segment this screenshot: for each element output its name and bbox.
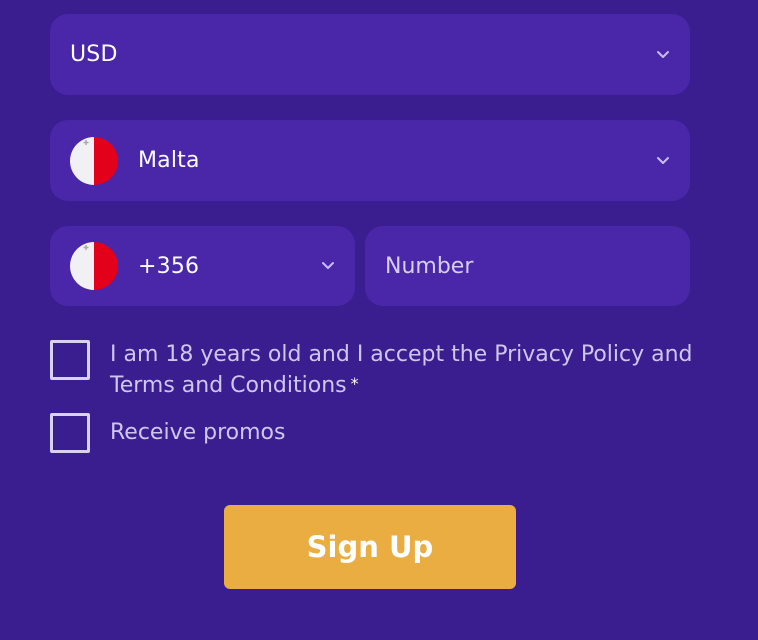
phone-code-value: +356 bbox=[138, 253, 200, 279]
terms-label: I am 18 years old and I accept the Priva… bbox=[110, 340, 700, 400]
phone-code-select[interactable]: +356 bbox=[50, 226, 355, 306]
country-select[interactable]: Malta bbox=[50, 120, 690, 201]
chevron-down-icon bbox=[657, 50, 669, 58]
promos-row: Receive promos bbox=[50, 413, 700, 453]
promos-label: Receive promos bbox=[110, 420, 286, 445]
sign-up-button[interactable]: Sign Up bbox=[224, 505, 516, 589]
promos-checkbox[interactable] bbox=[50, 413, 90, 453]
phone-number-field[interactable] bbox=[365, 226, 690, 306]
currency-value: USD bbox=[70, 42, 118, 67]
chevron-down-icon bbox=[657, 156, 669, 164]
required-marker: * bbox=[350, 374, 359, 393]
malta-flag-icon bbox=[70, 136, 118, 185]
malta-flag-icon bbox=[70, 242, 118, 290]
country-value: Malta bbox=[138, 148, 200, 173]
phone-number-input[interactable] bbox=[385, 253, 665, 279]
currency-select[interactable]: USD bbox=[50, 14, 690, 95]
chevron-down-icon bbox=[322, 262, 334, 269]
terms-row: I am 18 years old and I accept the Priva… bbox=[50, 340, 700, 400]
signup-form: USD Malta +356 Number I am 18 years old … bbox=[0, 0, 758, 640]
terms-checkbox[interactable] bbox=[50, 340, 90, 380]
terms-label-text: I am 18 years old and I accept the Priva… bbox=[110, 342, 693, 398]
